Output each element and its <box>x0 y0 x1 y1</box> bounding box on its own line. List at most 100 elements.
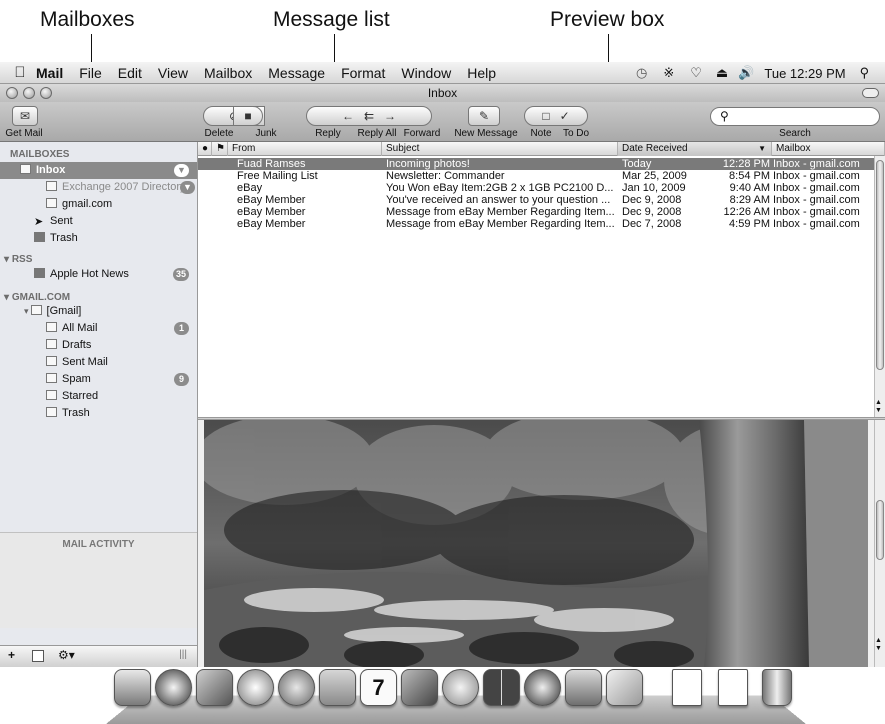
rss-header[interactable]: ▾ RSS <box>4 254 32 265</box>
scroll-thumb[interactable] <box>876 500 884 560</box>
disclosure-triangle-icon[interactable]: ▾ <box>24 306 29 316</box>
gmailcom-header-label: GMAIL.COM <box>11 292 71 303</box>
forward-button[interactable]: Forward <box>401 128 443 139</box>
reply-all-button[interactable]: Reply All <box>353 128 401 139</box>
sidebar-item-starred[interactable]: Starred <box>0 388 197 405</box>
subject-column-header[interactable]: Subject <box>382 142 618 156</box>
sidebar-item-all-mail[interactable]: All Mail 1 <box>0 320 197 337</box>
zoom-window-button[interactable] <box>40 87 52 99</box>
ical-icon[interactable]: 7 <box>360 669 397 706</box>
minimize-window-button[interactable] <box>23 87 35 99</box>
junk-button[interactable]: Junk <box>252 128 280 139</box>
new-message-icon[interactable]: ✎ <box>468 106 500 126</box>
get-mail-icon[interactable]: ✉ <box>12 106 38 126</box>
scroll-arrows-icon[interactable]: ▲ ▼ <box>875 637 882 653</box>
mailbox-cell: Inbox - gmail.com <box>773 218 860 230</box>
wifi-icon[interactable]: ♡ <box>690 65 702 81</box>
sidebar-item-label: All Mail <box>62 322 98 334</box>
menu-file[interactable]: File <box>71 65 110 81</box>
sidebar-item-spam[interactable]: Spam 9 <box>0 371 197 388</box>
sidebar-item-label: Sent Mail <box>62 356 108 368</box>
sidebar-item-inbox[interactable]: Inbox ▼ <box>0 162 197 179</box>
menu-view[interactable]: View <box>150 65 196 81</box>
reply-button[interactable]: Reply <box>308 128 348 139</box>
add-mailbox-button[interactable]: + <box>8 648 15 662</box>
scroll-thumb[interactable] <box>876 160 884 370</box>
table-row[interactable]: eBay Member Message from eBay Member Reg… <box>198 206 874 218</box>
disclosure-triangle-icon[interactable]: ▾ <box>4 254 9 265</box>
menu-mail[interactable]: Mail <box>28 65 71 81</box>
rss-header-label: RSS <box>11 254 33 265</box>
menu-clock[interactable]: Tue 12:29 PM <box>764 66 845 81</box>
spaces-icon[interactable] <box>483 669 520 706</box>
resize-handle-icon[interactable]: ||| <box>179 649 187 660</box>
iphoto-icon[interactable] <box>401 669 438 706</box>
menu-mailbox[interactable]: Mailbox <box>196 65 260 81</box>
close-window-button[interactable] <box>6 87 18 99</box>
search-input[interactable]: ⚲ <box>710 107 880 126</box>
trash-icon[interactable] <box>762 669 792 706</box>
time-machine-status-icon[interactable]: ◷ <box>636 65 647 81</box>
get-mail-button[interactable]: Get Mail <box>0 128 48 139</box>
gear-icon[interactable]: ⚙▾ <box>58 648 75 662</box>
apple-icon[interactable]:  <box>0 64 28 81</box>
finder-icon[interactable] <box>114 669 151 706</box>
new-message-button[interactable]: New Message <box>450 128 522 139</box>
table-row[interactable]: eBay Member You've received an answer to… <box>198 194 874 206</box>
from-column-header[interactable]: From <box>228 142 382 156</box>
time-machine-icon[interactable] <box>524 669 561 706</box>
dashboard-icon[interactable] <box>155 669 192 706</box>
volume-icon[interactable]: 🔊 <box>738 65 754 81</box>
eject-icon[interactable]: ⏏ <box>716 65 728 81</box>
menu-message[interactable]: Message <box>260 65 333 81</box>
mailbox-column-header[interactable]: Mailbox <box>772 142 885 156</box>
subject-cell: You Won eBay Item:2GB 2 x 1GB PC2100 D..… <box>386 182 614 194</box>
mail-icon[interactable] <box>196 669 233 706</box>
sidebar-item-gmail[interactable]: gmail.com <box>0 196 197 213</box>
table-row[interactable]: eBay Member Message from eBay Member Reg… <box>198 218 874 230</box>
sidebar-item-gmail-trash[interactable]: Trash <box>0 405 197 422</box>
menu-help[interactable]: Help <box>459 65 504 81</box>
flag-column-icon[interactable]: ⚑ <box>212 142 228 156</box>
address-book-icon[interactable] <box>319 669 356 706</box>
preview-icon[interactable] <box>606 669 643 706</box>
system-preferences-icon[interactable] <box>565 669 602 706</box>
table-row[interactable]: eBay You Won eBay Item:2GB 2 x 1GB PC210… <box>198 182 874 194</box>
scroll-arrows-icon[interactable]: ▲ ▼ <box>875 399 882 415</box>
table-row[interactable]: Fuad Ramses Incoming photos! Today 12:28… <box>198 158 874 170</box>
mail-activity-pane: MAIL ACTIVITY <box>0 532 197 628</box>
ichat-icon[interactable] <box>278 669 315 706</box>
delete-button[interactable]: Delete <box>200 128 238 139</box>
disclosure-triangle-icon[interactable]: ▾ <box>4 292 9 303</box>
sidebar-item-trash[interactable]: Trash <box>0 230 197 247</box>
safari-icon[interactable] <box>237 669 274 706</box>
unread-count-badge: 9 <box>174 373 189 386</box>
date-column-header[interactable]: Date Received ▼ <box>618 142 772 156</box>
folder-icon <box>46 356 57 366</box>
sidebar-item-sent-mail[interactable]: Sent Mail <box>0 354 197 371</box>
spotlight-icon[interactable]: ⚲ <box>860 65 870 81</box>
menu-edit[interactable]: Edit <box>110 65 150 81</box>
junk-icon[interactable]: ■ <box>233 106 263 126</box>
show-photo-browser-icon[interactable] <box>32 650 44 662</box>
message-list-scrollbar[interactable]: ▲ ▼ <box>874 156 885 417</box>
unread-column-icon[interactable]: ● <box>198 142 212 156</box>
preview-scrollbar[interactable]: ▲ ▼ <box>874 420 885 667</box>
sidebar-item-exchange[interactable]: Exchange 2007 Directory ▼ <box>0 179 197 196</box>
pdf-document-icon[interactable] <box>718 669 748 706</box>
pdf-document-icon[interactable] <box>672 669 702 706</box>
sidebar-item-sent[interactable]: ➤ Sent <box>0 213 197 230</box>
table-row[interactable]: Free Mailing List Newsletter: Commander … <box>198 170 874 182</box>
sidebar-item-gmail-folder[interactable]: ▾ [Gmail] <box>0 303 197 320</box>
subject-cell: You've received an answer to your questi… <box>386 194 611 206</box>
sidebar-item-drafts[interactable]: Drafts <box>0 337 197 354</box>
toolbar-toggle-button[interactable] <box>862 88 879 98</box>
menu-format[interactable]: Format <box>333 65 393 81</box>
todo-button[interactable]: To Do <box>560 128 592 139</box>
sidebar-item-apple-hot-news[interactable]: Apple Hot News 35 <box>0 266 197 283</box>
bluetooth-icon[interactable]: ※ <box>663 65 674 81</box>
menu-window[interactable]: Window <box>393 65 459 81</box>
note-button[interactable]: Note <box>526 128 556 139</box>
itunes-icon[interactable] <box>442 669 479 706</box>
gmailcom-header[interactable]: ▾ GMAIL.COM <box>4 292 70 303</box>
